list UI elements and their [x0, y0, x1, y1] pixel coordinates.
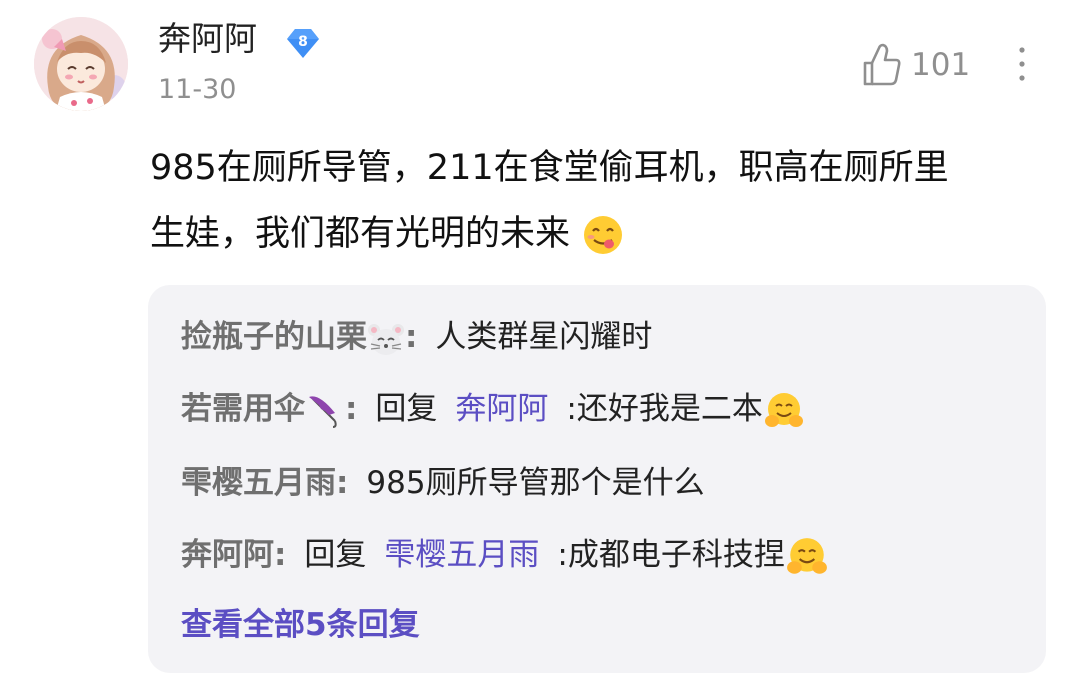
- comment-text: 985在厕所导管，211在食堂偷耳机，职高在厕所里 生娃，我们都有光明的未来: [150, 135, 1050, 267]
- reply-word: 回复: [375, 391, 438, 427]
- reply-text: 985厕所导管那个是什么: [366, 465, 705, 501]
- reply-author[interactable]: 捡瓶子的山栗: [181, 319, 367, 355]
- reply-row[interactable]: 奔阿阿: 回复 雫樱五月雨 :成都电子科技捏: [181, 533, 829, 579]
- more-options-icon[interactable]: [1012, 44, 1032, 84]
- yum-face-emoji: [582, 214, 624, 256]
- reply-author[interactable]: 雫樱五月雨: [181, 465, 336, 501]
- like-count: 101: [911, 47, 971, 83]
- reply-author[interactable]: 奔阿阿: [181, 537, 274, 573]
- reply-row[interactable]: 捡瓶子的山栗: 人类群星闪耀时: [181, 315, 652, 359]
- reply-mention[interactable]: 奔阿阿: [455, 391, 548, 427]
- reply-separator: :: [274, 537, 287, 573]
- comment-date: 11-30: [158, 74, 237, 105]
- reply-box: 捡瓶子的山栗: 人类群星闪耀时 若需用伞: 回复 奔阿阿:还好我是二本 雫樱五月雨: 9…: [148, 285, 1046, 673]
- reply-separator: :: [345, 391, 358, 427]
- username[interactable]: 奔阿阿: [158, 17, 257, 61]
- reply-separator: :: [405, 319, 418, 355]
- avatar[interactable]: [34, 17, 128, 111]
- comment-text-part: 生娃，我们都有光明的未来: [150, 214, 571, 254]
- reply-author[interactable]: 若需用伞: [181, 391, 305, 427]
- reply-text: 人类群星闪耀时: [435, 319, 653, 355]
- reply-text: :成都电子科技捏: [557, 537, 785, 573]
- reply-row[interactable]: 若需用伞: 回复 奔阿阿 :还好我是二本: [181, 387, 805, 432]
- umbrella-emoji: [305, 391, 345, 431]
- level-badge: 8: [284, 24, 322, 62]
- thumbs-up-icon: [862, 43, 902, 87]
- reply-row[interactable]: 雫樱五月雨: 985厕所导管那个是什么: [181, 461, 705, 505]
- level-number: 8: [298, 34, 308, 50]
- reply-text: :还好我是二本: [566, 391, 763, 427]
- comment-text-line: 生娃，我们都有光明的未来: [150, 201, 1050, 267]
- reply-mention[interactable]: 雫樱五月雨: [384, 537, 539, 573]
- like-button[interactable]: 101: [862, 42, 970, 88]
- comment-text-line: 985在厕所导管，211在食堂偷耳机，职高在厕所里: [150, 148, 949, 188]
- reply-separator: :: [336, 465, 349, 501]
- hugging-face-emoji: [763, 390, 805, 432]
- hugging-face-emoji: [785, 535, 829, 579]
- mouse-face-emoji: [367, 320, 405, 358]
- reply-word: 回复: [304, 537, 367, 573]
- view-all-replies-link[interactable]: 查看全部5条回复: [181, 603, 420, 647]
